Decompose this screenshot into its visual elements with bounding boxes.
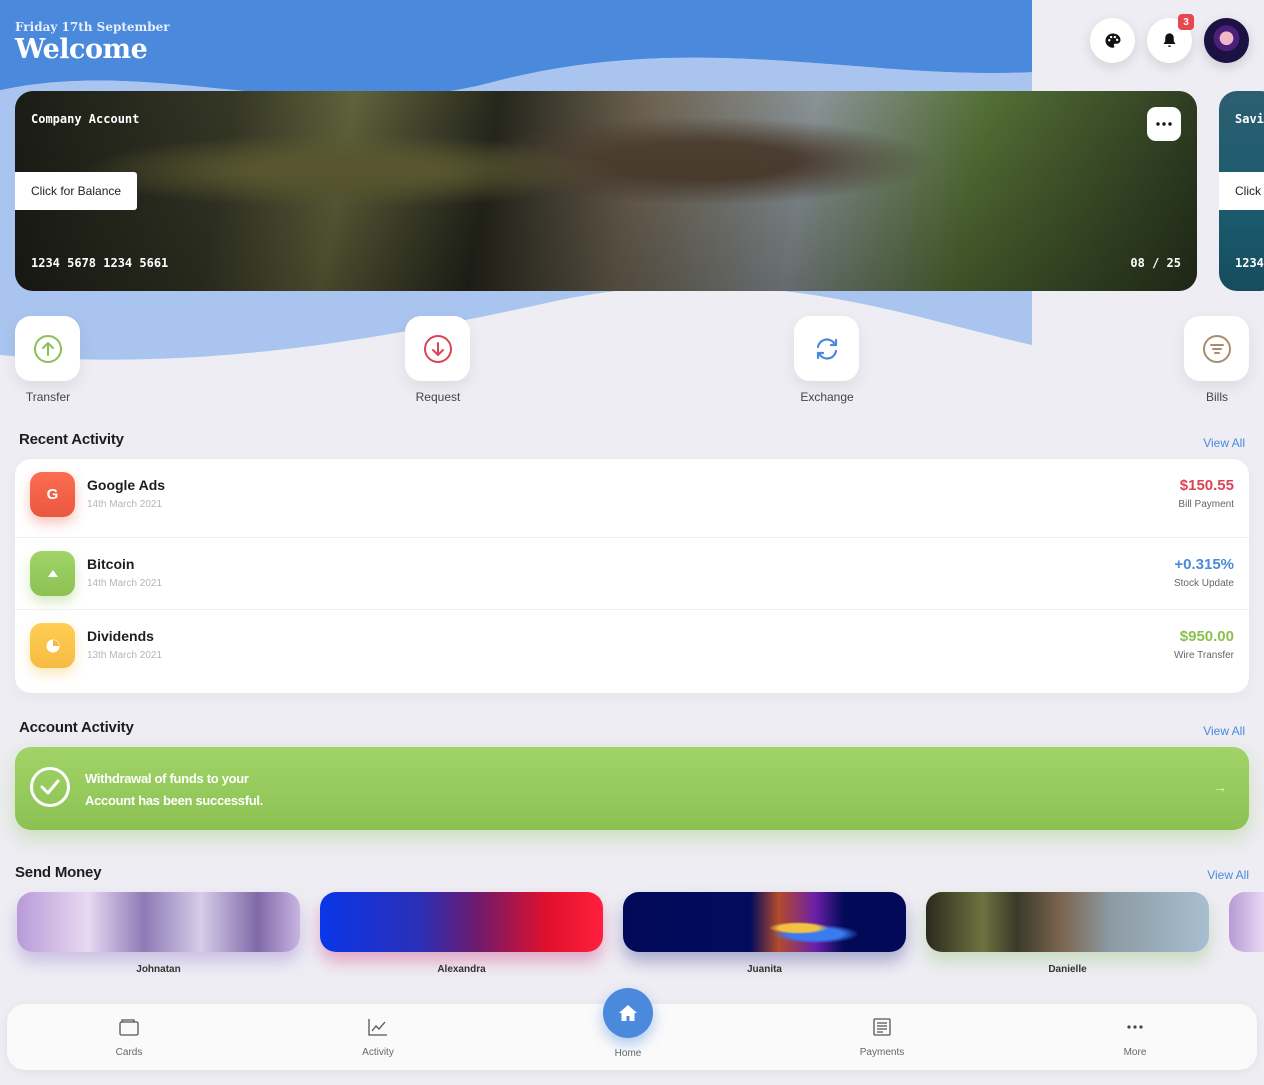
chart-line-icon (368, 1019, 387, 1036)
contact-photo (17, 892, 300, 952)
list-item[interactable]: Dividends 13th March 2021 $950.00 Wire T… (15, 609, 1249, 681)
arrow-right-icon: → (1213, 779, 1227, 795)
contact-name: Danielle (1048, 964, 1087, 975)
contact-danielle[interactable]: Danielle (926, 892, 1209, 975)
notice-message: Withdrawal of funds to your Account has … (85, 771, 263, 808)
page-title: Welcome (15, 34, 148, 65)
activity-amount: +0.315% (1174, 556, 1234, 573)
contact-juanita[interactable]: Juanita (623, 892, 906, 975)
exchange-button[interactable] (794, 316, 859, 381)
nav-payments[interactable]: Payments (837, 1018, 927, 1058)
contact-photo (1229, 892, 1264, 952)
nav-label-home: Home (614, 1048, 642, 1059)
quick-action-label: Request (415, 390, 461, 404)
quick-action-label: Exchange (800, 390, 854, 404)
contact-photo (926, 892, 1209, 952)
activity-date: 14th March 2021 (87, 578, 163, 589)
more-horizontal-icon (1127, 1025, 1143, 1029)
contact-johnatan[interactable]: Johnatan (17, 892, 300, 975)
withdrawal-success-notice[interactable]: Withdrawal of funds to your Account has … (15, 747, 1249, 830)
notification-badge: 3 (1178, 14, 1194, 30)
check-circle-icon (30, 767, 70, 807)
activity-name: Bitcoin (87, 556, 135, 572)
nav-cards[interactable]: Cards (84, 1018, 174, 1058)
activity-type: Wire Transfer (1173, 650, 1234, 661)
recent-activity-view-all-link[interactable]: View All (1203, 436, 1245, 450)
home-icon (619, 1005, 637, 1021)
quick-action-transfer[interactable]: Transfer (15, 316, 80, 404)
quick-action-bills[interactable]: Bills (1184, 316, 1249, 404)
contact-photo (320, 892, 603, 952)
recent-activity-title: Recent Activity (19, 431, 124, 448)
card-title: Savi (1235, 112, 1264, 126)
nav-label: Activity (362, 1047, 394, 1058)
quick-action-label: Bills (1205, 390, 1228, 404)
more-horizontal-icon (1156, 122, 1172, 126)
nav-more[interactable]: More (1090, 1018, 1180, 1058)
contact-name: Juanita (746, 964, 782, 975)
activity-amount: $150.55 (1179, 477, 1234, 494)
arrow-down-circle-icon (423, 334, 452, 363)
bell-icon (1163, 33, 1176, 47)
activity-type: Stock Update (1173, 578, 1234, 589)
google-icon: G (30, 472, 75, 517)
filter-icon (1202, 334, 1231, 363)
activity-amount: $950.00 (1179, 628, 1234, 645)
pie-chart-icon (30, 623, 75, 668)
palette-icon (1105, 33, 1120, 48)
contact-name: Johnatan (136, 964, 181, 975)
send-money-view-all-link[interactable]: View All (1207, 868, 1249, 882)
nav-label: Cards (115, 1047, 143, 1058)
list-item[interactable]: G Google Ads 14th March 2021 $150.55 Bil… (15, 459, 1249, 531)
contact-alexandra[interactable]: Alexandra (320, 892, 603, 975)
account-activity-title: Account Activity (19, 719, 134, 736)
nav-label: Payments (859, 1047, 905, 1058)
nav-activity[interactable]: Activity (333, 1018, 423, 1058)
send-money-title: Send Money (15, 864, 102, 881)
card-number: 1234 5678 1234 5661 (31, 256, 169, 270)
nav-label: More (1123, 1047, 1147, 1058)
header-date: Friday 17th September (15, 20, 170, 34)
bills-button[interactable] (1184, 316, 1249, 381)
nav-home-button[interactable] (603, 988, 653, 1038)
quick-action-label: Transfer (25, 390, 71, 404)
activity-name: Google Ads (87, 477, 166, 493)
account-activity-view-all-link[interactable]: View All (1203, 724, 1245, 738)
refresh-icon (816, 337, 837, 360)
click-for-balance-button[interactable]: Click for Balance (15, 172, 138, 210)
theme-button[interactable] (1090, 18, 1135, 63)
savings-account-card[interactable]: Savi Click f 1234 (1219, 91, 1264, 291)
recent-activity-list: G Google Ads 14th March 2021 $150.55 Bil… (15, 459, 1249, 693)
quick-action-request[interactable]: Request (405, 316, 470, 404)
card-title: Company Account (31, 112, 140, 126)
notifications-button[interactable]: 3 (1147, 14, 1194, 63)
card-menu-button[interactable] (1147, 107, 1181, 141)
quick-action-exchange[interactable]: Exchange (794, 316, 859, 404)
card-expiry: 08 / 25 (1130, 256, 1181, 270)
transfer-button[interactable] (15, 316, 80, 381)
click-for-balance-button[interactable]: Click f (1219, 172, 1264, 210)
card-number: 1234 (1235, 256, 1264, 270)
wallet-icon (119, 1019, 139, 1036)
contact-photo (623, 892, 906, 952)
caret-up-icon (30, 551, 75, 596)
arrow-up-circle-icon (33, 334, 62, 363)
contact-next[interactable] (1229, 892, 1264, 952)
list-item[interactable]: Bitcoin 14th March 2021 +0.315% Stock Up… (15, 537, 1249, 609)
activity-type: Bill Payment (1178, 499, 1234, 510)
contact-name: Alexandra (437, 964, 486, 975)
activity-date: 14th March 2021 (87, 499, 163, 510)
activity-name: Dividends (87, 628, 154, 644)
receipt-icon (873, 1018, 891, 1036)
activity-date: 13th March 2021 (87, 650, 163, 661)
request-button[interactable] (405, 316, 470, 381)
company-account-card[interactable]: Company Account Click for Balance 1234 5… (15, 91, 1197, 291)
avatar[interactable] (1204, 18, 1249, 63)
